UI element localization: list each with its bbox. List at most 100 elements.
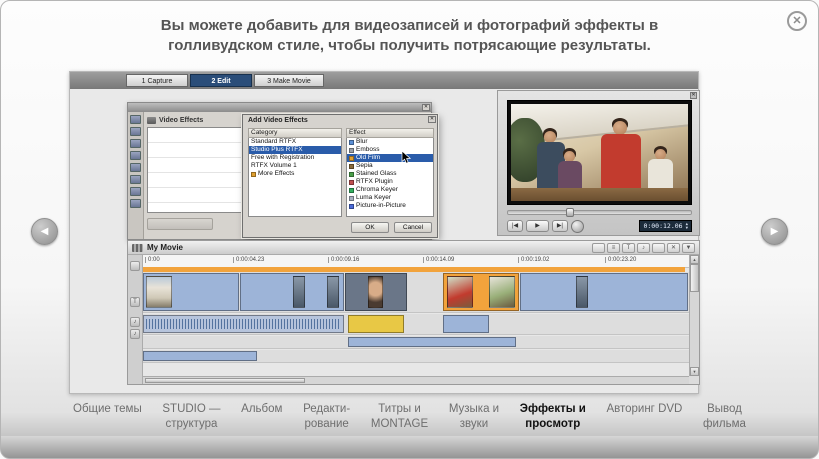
toolbar-icon: [130, 175, 141, 184]
timeline-vscrollbar: ▲ ▼: [689, 255, 699, 376]
preview-player: ✕: [497, 90, 700, 236]
app-workspace: ✕ Video Effects: [70, 89, 698, 393]
next-arrow-icon: ▶: [771, 226, 779, 237]
effect-header: Effect: [346, 128, 434, 138]
effect-list: Blur Emboss Old Film Sepia: [346, 138, 434, 217]
toolbar-icon: [130, 139, 141, 148]
toolbar-icon: [130, 127, 141, 136]
sound-effect-track: The Caribbean (Daytime): [143, 336, 689, 349]
nav-item-album[interactable]: Альбом: [241, 402, 282, 417]
nav-item-studio-structure[interactable]: STUDIO — структура: [162, 402, 220, 432]
effect-item-selected: Old Film: [347, 154, 433, 162]
clip-thumbnail: [489, 276, 515, 308]
go-to-start-button: |◀: [507, 220, 523, 232]
panel-toolbar: [128, 112, 144, 239]
category-header: Category: [248, 128, 342, 138]
text-view-icon: T: [622, 243, 635, 253]
category-list: Standard RTFX Studio Plus RTFX Free with…: [248, 138, 342, 217]
prev-button[interactable]: ◀: [31, 218, 58, 245]
video-clip: [520, 273, 688, 311]
effects-panel-header: Video Effects: [147, 115, 257, 125]
next-button[interactable]: ▶: [761, 218, 788, 245]
title-clip: [348, 315, 404, 333]
transport-controls: |◀ ▶ ▶| 0:00:12.06 ▲ ▼: [507, 219, 692, 233]
nav-item-dvd-authoring[interactable]: Авторинг DVD: [606, 402, 682, 417]
close-icon: ✕: [792, 15, 801, 27]
preview-scrubber: [507, 210, 692, 215]
nav-item-music-sound[interactable]: Музыка и звуки: [449, 402, 499, 432]
nav-item-general-topics[interactable]: Общие темы: [73, 402, 142, 417]
toolbar-icon: [130, 187, 141, 196]
photo-figure: [601, 134, 641, 192]
effect-icon: [349, 164, 354, 169]
mode-tab-bar: 1 Capture 2 Edit 3 Make Movie: [70, 72, 698, 90]
effect-icon: [349, 148, 354, 153]
category-item: Free with Registration: [249, 154, 341, 162]
effect-icon: [349, 156, 354, 161]
timecode-counter: 0:00:12.06 ▲ ▼: [639, 220, 692, 232]
clip-thumbnail: [293, 276, 305, 308]
movie-title: My Movie: [147, 243, 183, 252]
video-clip: [345, 273, 407, 311]
preview-photo: [511, 104, 688, 201]
effect-icon: [349, 204, 354, 209]
prev-arrow-icon: ◀: [41, 226, 49, 237]
tab-capture: 1 Capture: [126, 74, 188, 87]
tab-edit: 2 Edit: [190, 74, 252, 87]
ok-button: OK: [351, 222, 389, 233]
ruler-label: 0:00:09.16: [328, 257, 359, 263]
panel-close-icon: ✕: [422, 104, 430, 111]
timeline-view-icon: ≡: [607, 243, 620, 253]
scrubber-handle: [566, 208, 574, 217]
timeline-window: My Movie ≡ T ♪ ✕ ▼ T ♪ ♪: [127, 240, 700, 385]
photo-table: [511, 188, 688, 201]
preview-screen: [507, 100, 692, 205]
clip-thumbnail: [447, 276, 473, 308]
music-track: My Whole World: [143, 350, 689, 363]
clip-thumbnail: [368, 276, 383, 308]
category-item: More Effects: [249, 170, 341, 178]
effect-item: Chroma Keyer: [347, 186, 433, 194]
close-button[interactable]: ✕: [787, 11, 807, 31]
hscrollbar-thumb: [145, 378, 305, 383]
video-track-icon: [130, 261, 140, 271]
nav-item-titles-montage[interactable]: Титры и MONTAGE: [371, 402, 428, 432]
mouse-cursor-icon: [401, 151, 411, 164]
studio-screenshot: 1 Capture 2 Edit 3 Make Movie ✕: [69, 71, 699, 394]
effect-column: Effect Blur Emboss Old Film: [346, 128, 434, 217]
title-line1: Вы можете добавить для видеозаписей и фо…: [161, 17, 658, 34]
timecode-steppers: ▲ ▼: [686, 222, 688, 230]
timeline-body: 0:00 0:00:04.23 0:00:09.16 0:00:14.09 0:…: [143, 255, 689, 376]
effects-panel-title: Video Effects: [159, 117, 203, 124]
video-clip: [143, 273, 239, 311]
nav-item-movie-output[interactable]: Вывод фильма: [703, 402, 746, 432]
photo-figure: [613, 121, 627, 135]
waveform: [146, 319, 341, 329]
nav-item-effects-preview[interactable]: Эффекты и просмотр: [520, 402, 586, 432]
ruler-label: 0:00:19.02: [518, 257, 549, 263]
timecode-value: 0:00:12.06: [643, 222, 682, 230]
effect-item: Emboss: [347, 146, 433, 154]
timeline-header: My Movie ≡ T ♪ ✕ ▼: [128, 241, 699, 255]
dialog-close-icon: ✕: [428, 116, 436, 123]
go-to-end-button: ▶|: [552, 220, 568, 232]
effect-icon: [349, 140, 354, 145]
bottom-nav: Общие темы STUDIO — структура Альбом Ред…: [73, 402, 746, 432]
ruler-label: 0:00:04.23: [233, 257, 264, 263]
category-column: Category Standard RTFX Studio Plus RTFX …: [248, 128, 342, 217]
effects-slot-list: [147, 127, 257, 213]
play-button: ▶: [526, 220, 549, 232]
trash-icon: ✕: [667, 243, 680, 253]
nav-item-editing[interactable]: Редакти- рование: [303, 402, 350, 432]
step-down-icon: ▼: [686, 226, 688, 230]
effect-icon: [349, 172, 354, 177]
effect-icon: [349, 196, 354, 201]
ruler-label: 0:00:23.20: [605, 257, 636, 263]
clip-thumbnail: [327, 276, 339, 308]
audio-waveform-clip: [143, 315, 344, 333]
add-video-effects-dialog: ✕ Add Video Effects Category Standard RT…: [242, 114, 438, 238]
effect-slot-row: [148, 128, 256, 143]
track-header-rail: T ♪ ♪: [128, 255, 143, 384]
effect-item: Sepia: [347, 162, 433, 170]
ruler-label: 0:00:14.09: [423, 257, 454, 263]
